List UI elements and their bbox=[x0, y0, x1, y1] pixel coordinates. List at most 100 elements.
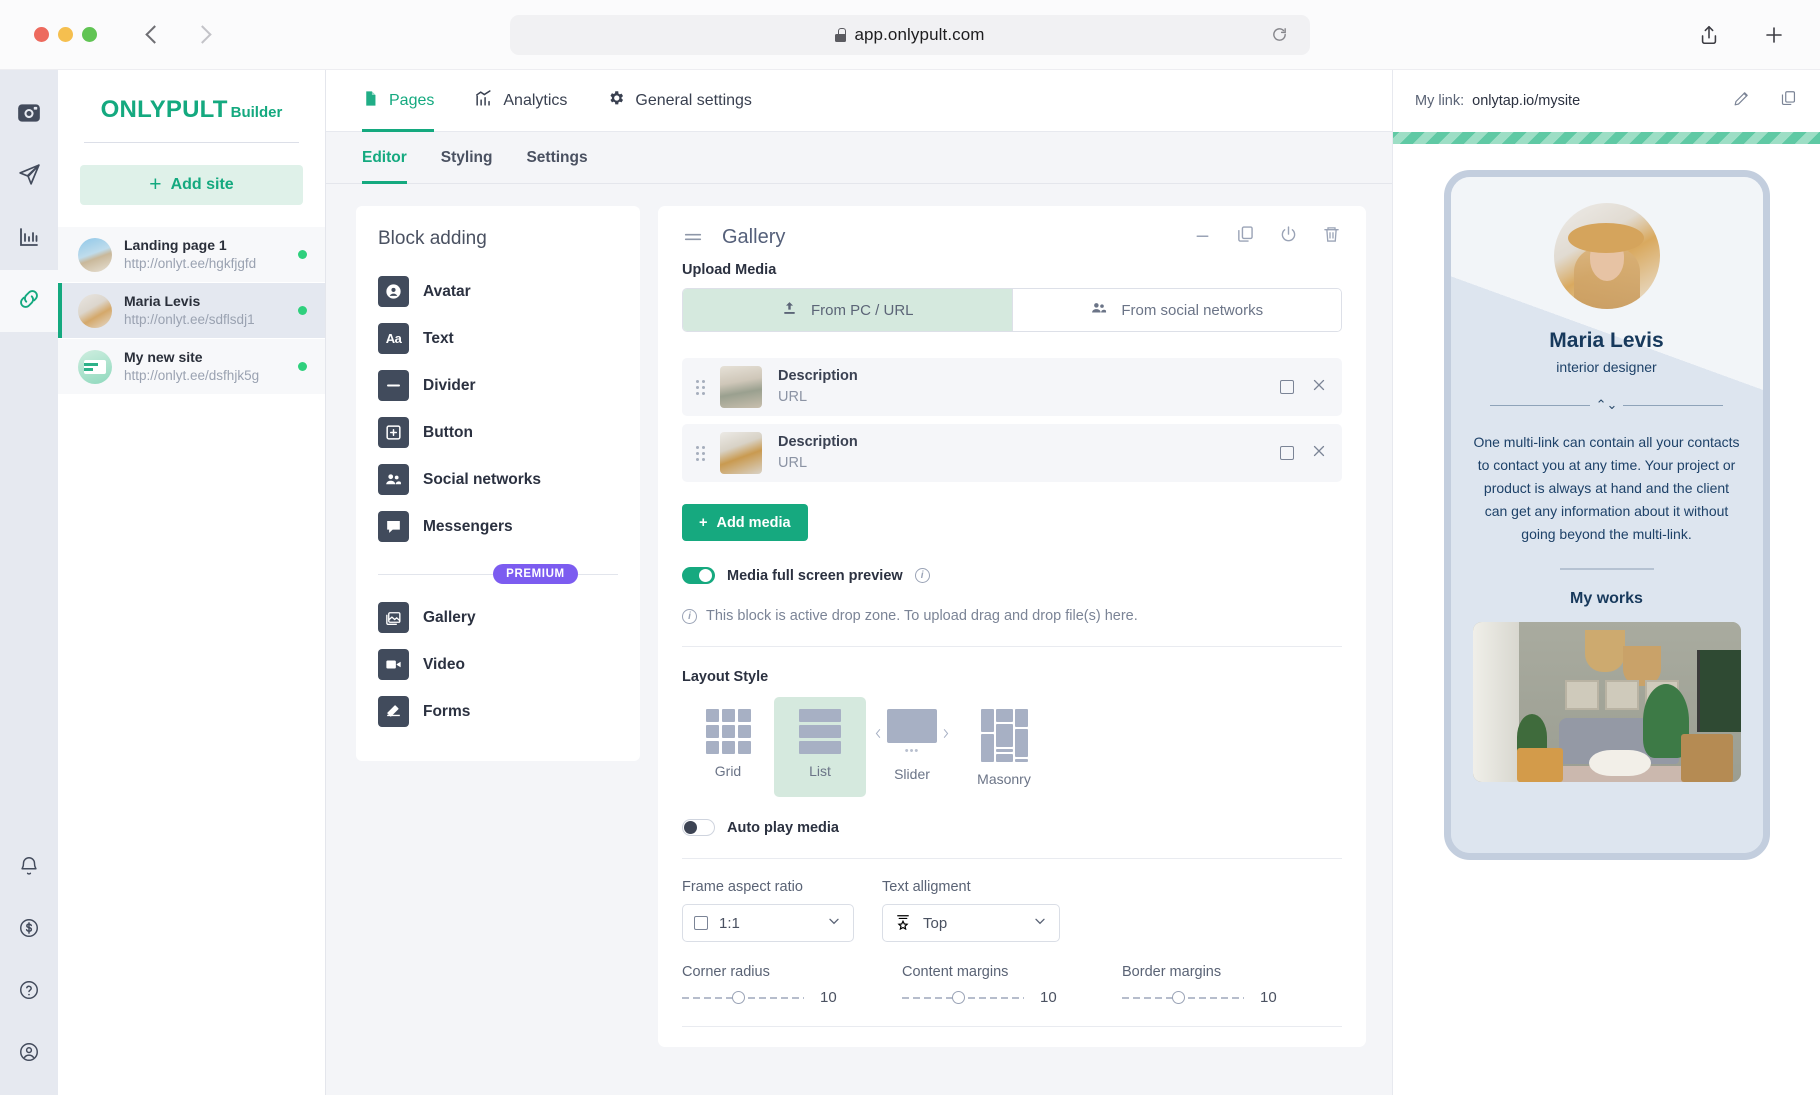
rail-item-notifications[interactable] bbox=[0, 837, 58, 899]
site-list-item[interactable]: My new site http://onlyt.ee/dsfhjk5g bbox=[58, 339, 325, 396]
tab-analytics[interactable]: Analytics bbox=[474, 70, 567, 132]
block-adding-title: Block adding bbox=[378, 228, 487, 249]
corner-radius-value: 10 bbox=[820, 989, 837, 1006]
border-margins-control: Border margins 10 bbox=[1122, 964, 1342, 1006]
site-list-item[interactable]: Maria Levis http://onlyt.ee/sdflsdj1 bbox=[58, 283, 325, 340]
close-window-button[interactable] bbox=[34, 27, 49, 42]
share-icon[interactable] bbox=[1698, 24, 1720, 46]
media-select-checkbox[interactable] bbox=[1280, 446, 1294, 460]
rail-item-analytics[interactable] bbox=[0, 208, 58, 270]
tab-general-settings[interactable]: General settings bbox=[607, 70, 752, 132]
site-title: My new site bbox=[124, 349, 203, 366]
upload-tab-from-social-networks[interactable]: From social networks bbox=[1011, 289, 1341, 331]
add-media-button[interactable]: + Add media bbox=[682, 504, 808, 541]
block-item-divider[interactable]: Divider bbox=[378, 362, 618, 409]
maximize-window-button[interactable] bbox=[82, 27, 97, 42]
avatar bbox=[78, 349, 112, 384]
trash-icon[interactable] bbox=[1321, 224, 1342, 250]
drag-handle-icon[interactable] bbox=[696, 445, 710, 461]
rail-item-help[interactable] bbox=[0, 961, 58, 1023]
page-icon bbox=[362, 90, 379, 112]
rail-item-billing[interactable] bbox=[0, 899, 58, 961]
sliders-row: Corner radius 10 Content margins 10 Bord… bbox=[682, 964, 1342, 1006]
gear-icon bbox=[607, 89, 625, 112]
tab-pages[interactable]: Pages bbox=[362, 70, 435, 132]
text-alignment-control: Text alligment Top bbox=[882, 879, 1082, 942]
layout-option-grid[interactable]: Grid bbox=[682, 697, 774, 797]
block-item-avatar[interactable]: Avatar bbox=[378, 268, 618, 315]
layout-option-list[interactable]: List bbox=[774, 697, 866, 797]
chart-icon bbox=[474, 89, 493, 113]
edit-icon[interactable] bbox=[1732, 89, 1751, 113]
minimize-window-button[interactable] bbox=[58, 27, 73, 42]
block-item-video[interactable]: Video bbox=[378, 641, 618, 688]
upload-icon bbox=[781, 300, 798, 321]
layout-option-slider[interactable]: ••• Slider bbox=[866, 697, 958, 797]
media-url: URL bbox=[778, 388, 808, 405]
back-button[interactable] bbox=[143, 25, 163, 45]
rail-item-links[interactable] bbox=[0, 270, 58, 332]
drag-handle-icon[interactable] bbox=[696, 379, 710, 395]
upload-tab-from-pc-url[interactable]: From PC / URL bbox=[683, 289, 1012, 331]
block-item-label: Video bbox=[423, 655, 465, 673]
layout-option-masonry[interactable]: Masonry bbox=[958, 697, 1050, 797]
block-item-messengers[interactable]: Messengers bbox=[378, 503, 618, 550]
media-list-item[interactable]: Description URL bbox=[682, 424, 1342, 482]
auto-play-media-toggle[interactable] bbox=[682, 819, 715, 836]
media-remove-icon[interactable] bbox=[1310, 442, 1328, 465]
zigzag-icon: ⌃⌄ bbox=[1595, 397, 1618, 412]
rail-item-account[interactable] bbox=[0, 1023, 58, 1085]
content-margins-slider[interactable] bbox=[902, 990, 1024, 1004]
preview-bio: One multi-link can contain all your cont… bbox=[1473, 434, 1740, 543]
subtab-editor[interactable]: Editor bbox=[362, 132, 407, 184]
site-list-item[interactable]: Landing page 1 http://onlyt.ee/hgkfjgfd bbox=[58, 227, 325, 284]
subtab-settings[interactable]: Settings bbox=[526, 132, 587, 184]
send-icon bbox=[17, 162, 42, 192]
frame-and-alignment-row: Frame aspect ratio 1:1 Text alligment To… bbox=[682, 879, 1342, 942]
info-icon: i bbox=[682, 608, 697, 624]
premium-badge: PREMIUM bbox=[493, 564, 578, 584]
info-icon[interactable]: i bbox=[914, 568, 930, 583]
link-icon bbox=[16, 286, 42, 317]
block-item-label: Text bbox=[423, 329, 454, 347]
separator-line-right bbox=[577, 573, 618, 575]
window-traffic-lights[interactable] bbox=[34, 27, 97, 42]
block-item-social-networks[interactable]: Social networks bbox=[378, 456, 618, 503]
border-margins-label: Border margins bbox=[1122, 964, 1222, 980]
subtab-styling[interactable]: Styling bbox=[441, 132, 493, 184]
drag-handle-icon[interactable] bbox=[682, 226, 704, 248]
duplicate-icon[interactable] bbox=[1235, 224, 1256, 250]
block-item-gallery[interactable]: Gallery bbox=[378, 594, 618, 641]
corner-radius-label: Corner radius bbox=[682, 964, 770, 980]
minimize-icon[interactable] bbox=[1192, 224, 1213, 250]
text-alignment-select[interactable]: Top bbox=[882, 904, 1060, 942]
rail-item-instagram[interactable] bbox=[0, 84, 58, 146]
block-item-text[interactable]: Aa Text bbox=[378, 315, 618, 362]
phone-preview-wrapper: Maria Levis interior designer ⌃⌄ One mul… bbox=[1393, 144, 1820, 1095]
media-list-item[interactable]: Description URL bbox=[682, 358, 1342, 416]
reload-icon[interactable] bbox=[1271, 26, 1288, 43]
address-bar[interactable]: app.onlypult.com bbox=[510, 14, 1310, 55]
media-select-checkbox[interactable] bbox=[1280, 380, 1294, 394]
media-remove-icon[interactable] bbox=[1310, 376, 1328, 399]
layout-style-options: Grid List ••• Slider Masonry bbox=[682, 697, 1342, 797]
block-item-forms[interactable]: Forms bbox=[378, 688, 618, 735]
app-window: app.onlypult.com ONLYPULT Builder + Add … bbox=[0, 0, 1820, 1095]
dropzone-hint: i This block is active drop zone. To upl… bbox=[682, 608, 1342, 624]
preview-works-title: My works bbox=[1570, 590, 1643, 608]
forward-button[interactable] bbox=[193, 25, 213, 45]
site-url: http://onlyt.ee/dsfhjk5g bbox=[124, 367, 260, 383]
copy-icon[interactable] bbox=[1779, 89, 1798, 113]
add-site-button[interactable]: + Add site bbox=[80, 165, 303, 205]
border-margins-slider[interactable] bbox=[1122, 990, 1244, 1004]
avatar-icon bbox=[378, 276, 409, 307]
block-item-button[interactable]: Button bbox=[378, 409, 618, 456]
tab-analytics-label: Analytics bbox=[503, 91, 568, 109]
new-tab-plus-icon[interactable] bbox=[1762, 23, 1786, 47]
rail-item-send[interactable] bbox=[0, 146, 58, 208]
frame-aspect-ratio-select[interactable]: 1:1 bbox=[682, 904, 854, 942]
preview-avatar bbox=[1553, 203, 1660, 309]
power-icon[interactable] bbox=[1278, 224, 1299, 250]
corner-radius-slider[interactable] bbox=[682, 990, 804, 1004]
media-fullscreen-preview-toggle[interactable] bbox=[682, 567, 715, 584]
